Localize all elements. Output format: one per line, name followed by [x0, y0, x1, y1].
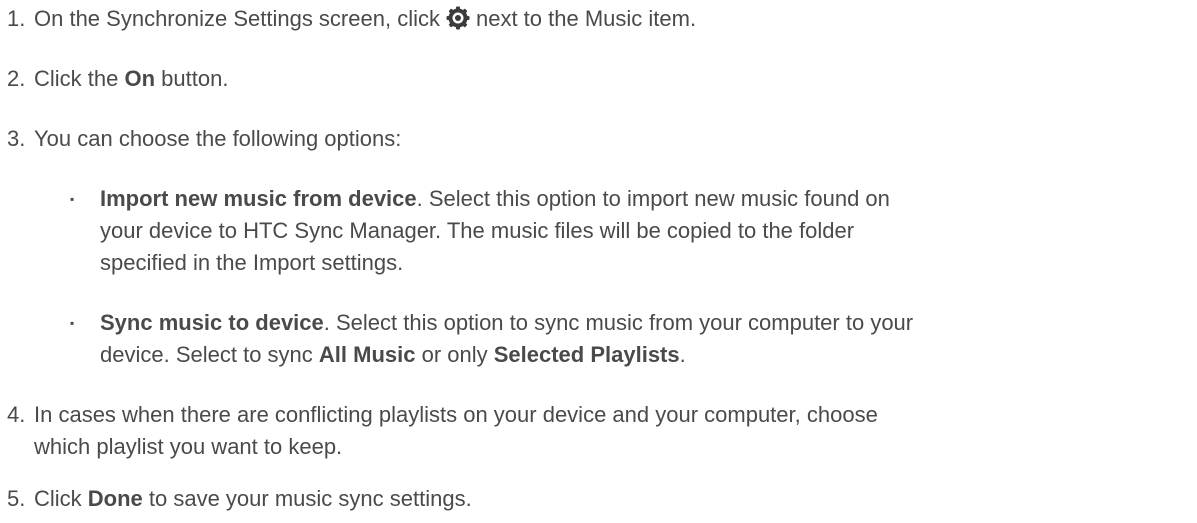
step-number: 3.: [7, 126, 26, 151]
step-text: Click the On button.: [34, 66, 229, 91]
step-number: 1.: [7, 6, 26, 31]
on-button-label: On: [124, 66, 156, 91]
done-button-label: Done: [87, 486, 143, 511]
step-number: 4.: [7, 402, 26, 427]
step-number: 2.: [7, 66, 26, 91]
step-text: In cases when there are conflicting play…: [34, 402, 878, 427]
option-text-line: Sync music to device. Select this option…: [100, 310, 914, 335]
step-text: On the Synchronize Settings screen, clic…: [34, 6, 697, 31]
gear-icon: [446, 6, 470, 30]
step-number: 5.: [7, 486, 26, 511]
bullet-icon: ▪: [70, 316, 75, 330]
option-text-line: Import new music from device. Select thi…: [100, 186, 890, 211]
step-text: Click Done to save your music sync setti…: [34, 486, 472, 511]
step-text: You can choose the following options:: [34, 126, 402, 151]
bullet-icon: ▪: [70, 192, 75, 206]
